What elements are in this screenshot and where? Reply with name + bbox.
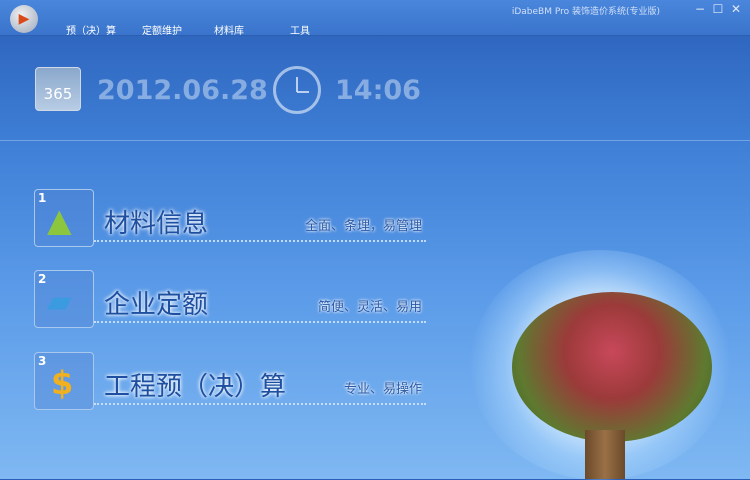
tree-image [512,292,712,442]
menu-item-material-info[interactable]: 1 ▲ 材料信息 全面、条理，易管理 [34,189,426,249]
item-subtitle: 全面、条理，易管理 [304,219,422,234]
dotted-line [94,403,426,405]
item-icon-box: 3 $ [34,352,94,410]
close-button[interactable]: ✕ [728,2,744,16]
item-title: 工程预（决）算 [104,372,287,402]
item-icon-box: 2 ▰ [34,270,94,328]
menu-item-project-budget[interactable]: 3 $ 工程预（决）算 专业、易操作 [34,352,426,412]
calendar-icon: 365 [35,67,81,111]
menu-tools[interactable]: 工具 [290,22,310,37]
clock-icon [273,66,321,114]
menu-material-library[interactable]: 材料库 [214,22,244,37]
item-number: 2 [38,272,47,286]
item-title: 材料信息 [104,209,209,239]
menu-item-enterprise-quota[interactable]: 2 ▰ 企业定额 简便、灵活、易用 [34,270,426,330]
tree-trunk [585,430,625,479]
menu-quota-maintenance[interactable]: 定额维护 [142,22,182,37]
divider [0,140,750,141]
time-display: 14:06 [335,75,421,106]
item-subtitle: 专业、易操作 [343,382,422,397]
maximize-button[interactable]: ☐ [710,2,726,16]
date-display: 2012.06.28 [97,75,268,106]
app-logo-icon[interactable]: ▶ [10,5,38,33]
dotted-line [94,240,426,242]
dotted-line [94,321,426,323]
item-number: 3 [38,354,47,368]
item-icon-box: 1 ▲ [34,189,94,247]
item-title: 企业定额 [104,290,209,320]
minimize-button[interactable]: − [692,2,708,16]
dollar-icon: $ [51,364,74,402]
title-bar: ▶ 预（决）算 定额维护 材料库 工具 iDabeBM Pro 装饰造价系统(专… [0,0,750,37]
item-number: 1 [38,191,47,205]
pyramid-icon: ▲ [47,201,72,239]
item-subtitle: 简便、灵活、易用 [317,300,422,315]
app-title: iDabeBM Pro 装饰造价系统(专业版) [511,7,660,17]
menu-budget[interactable]: 预（决）算 [66,22,116,37]
books-icon: ▰ [47,282,72,320]
